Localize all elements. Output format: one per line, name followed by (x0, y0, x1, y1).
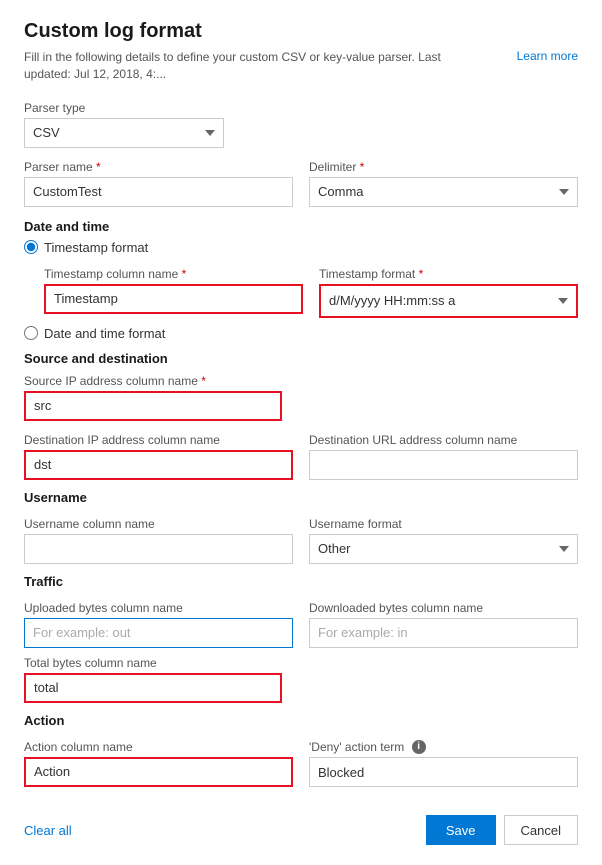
parser-type-select[interactable]: CSV Key-value (24, 118, 224, 148)
src-ip-input[interactable]: src (24, 391, 282, 421)
subtitle-text: Fill in the following details to define … (24, 49, 464, 83)
parser-name-label: Parser name (24, 160, 293, 174)
deny-label: 'Deny' action term i (309, 740, 578, 755)
date-time-section: Date and time (24, 219, 578, 234)
uploaded-input[interactable] (24, 618, 293, 648)
save-button[interactable]: Save (426, 815, 496, 845)
action-section: Action (24, 713, 578, 728)
action-col-label: Action column name (24, 740, 293, 754)
dst-url-label: Destination URL address column name (309, 433, 578, 447)
clear-all-button[interactable]: Clear all (24, 823, 72, 838)
timestamp-format-radio-label[interactable]: Timestamp format (44, 240, 148, 255)
username-format-select[interactable]: Other email domain\username username@dom… (309, 534, 578, 564)
username-col-label: Username column name (24, 517, 293, 531)
username-col-input[interactable] (24, 534, 293, 564)
uploaded-label: Uploaded bytes column name (24, 601, 293, 615)
ts-column-input[interactable]: Timestamp (44, 284, 303, 314)
downloaded-input[interactable] (309, 618, 578, 648)
delimiter-select[interactable]: Comma Tab Semicolon (309, 177, 578, 207)
delimiter-label: Delimiter (309, 160, 578, 174)
traffic-section: Traffic (24, 574, 578, 589)
total-input[interactable] (24, 673, 282, 703)
learn-more-link[interactable]: Learn more (517, 49, 578, 63)
timestamp-format-radio-row: Timestamp format (24, 240, 578, 255)
subtitle-row: Fill in the following details to define … (24, 49, 578, 83)
page-title: Custom log format (24, 20, 578, 43)
bottom-bar: Clear all Save Cancel (24, 803, 578, 845)
action-col-input[interactable] (24, 757, 293, 787)
date-time-format-radio-label[interactable]: Date and time format (44, 326, 165, 341)
total-label: Total bytes column name (24, 656, 578, 670)
date-time-format-radio[interactable] (24, 326, 38, 340)
parser-type-label: Parser type (24, 101, 578, 115)
deny-input[interactable] (309, 757, 578, 787)
dst-ip-label: Destination IP address column name (24, 433, 293, 447)
timestamp-format-radio[interactable] (24, 240, 38, 254)
downloaded-label: Downloaded bytes column name (309, 601, 578, 615)
src-ip-label: Source IP address column name (24, 374, 578, 388)
dst-ip-input[interactable] (24, 450, 293, 480)
source-dest-section: Source and destination (24, 351, 578, 366)
username-format-label: Username format (309, 517, 578, 531)
ts-format-label: Timestamp format (319, 267, 578, 281)
username-section: Username (24, 490, 578, 505)
ts-column-label: Timestamp column name (44, 267, 303, 281)
deny-info-icon: i (412, 740, 426, 754)
parser-name-input[interactable]: CustomTest (24, 177, 293, 207)
ts-format-select[interactable]: d/M/yyyy HH:mm:ss a MM/dd/yyyy HH:mm:ss … (321, 286, 576, 316)
action-buttons: Save Cancel (426, 815, 578, 845)
dst-url-input[interactable] (309, 450, 578, 480)
cancel-button[interactable]: Cancel (504, 815, 578, 845)
